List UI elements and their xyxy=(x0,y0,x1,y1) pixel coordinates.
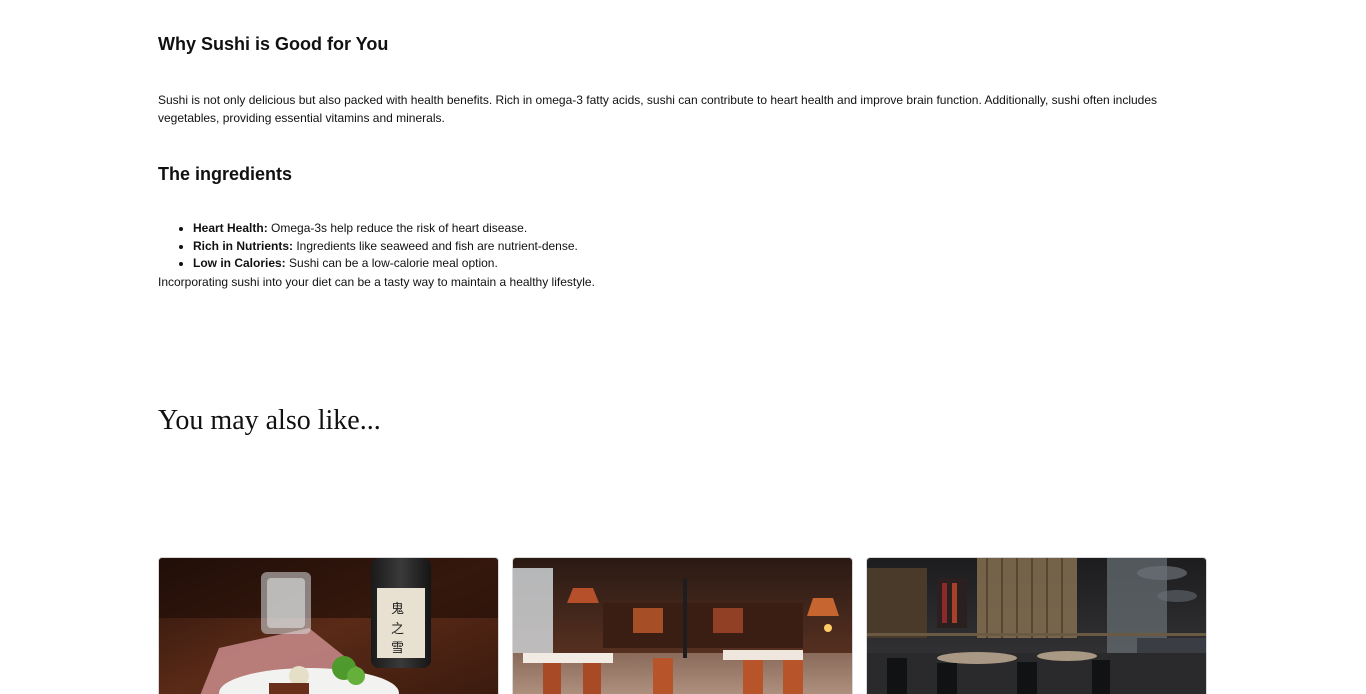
benefit-text: Omega-3s help reduce the risk of heart d… xyxy=(267,221,528,235)
list-item: Heart Health: Omega-3s help reduce the r… xyxy=(193,220,578,238)
article-page: Why Sushi is Good for You Sushi is not o… xyxy=(0,0,1366,694)
restaurant-dark-photo xyxy=(867,558,1206,694)
related-cards: 鬼 之 雪 xyxy=(158,557,1208,694)
benefit-label: Heart Health: xyxy=(193,221,268,235)
benefit-list: Heart Health: Omega-3s help reduce the r… xyxy=(158,220,578,273)
benefit-label: Rich in Nutrients: xyxy=(193,238,294,253)
closing-paragraph: Incorporating sushi into your diet can b… xyxy=(158,275,595,289)
svg-text:雪: 雪 xyxy=(391,641,404,656)
benefit-label: Low in Calories: xyxy=(193,256,286,270)
list-item: Low in Calories: Sushi can be a low-calo… xyxy=(193,255,578,273)
benefit-text: Sushi can be a low-calorie meal option. xyxy=(285,256,498,270)
svg-text:之: 之 xyxy=(391,622,404,637)
related-heading: You may also like... xyxy=(158,405,381,436)
why-sushi-paragraph: Sushi is not only delicious but also pac… xyxy=(158,93,1158,125)
why-sushi-heading: Why Sushi is Good for You xyxy=(158,34,389,54)
related-card-restaurant-warm[interactable] xyxy=(512,557,853,694)
sake-sushi-photo: 鬼 之 雪 xyxy=(159,558,498,694)
related-card-sake-sushi[interactable]: 鬼 之 雪 xyxy=(158,557,499,694)
benefit-text: Ingredients like seaweed and fish are nu… xyxy=(293,238,578,253)
list-item: Rich in Nutrients: Ingredients like seaw… xyxy=(193,238,578,256)
svg-text:鬼: 鬼 xyxy=(391,601,404,617)
restaurant-warm-photo xyxy=(513,558,852,694)
related-card-restaurant-dark[interactable] xyxy=(866,557,1207,694)
ingredients-heading: The ingredients xyxy=(158,164,293,184)
